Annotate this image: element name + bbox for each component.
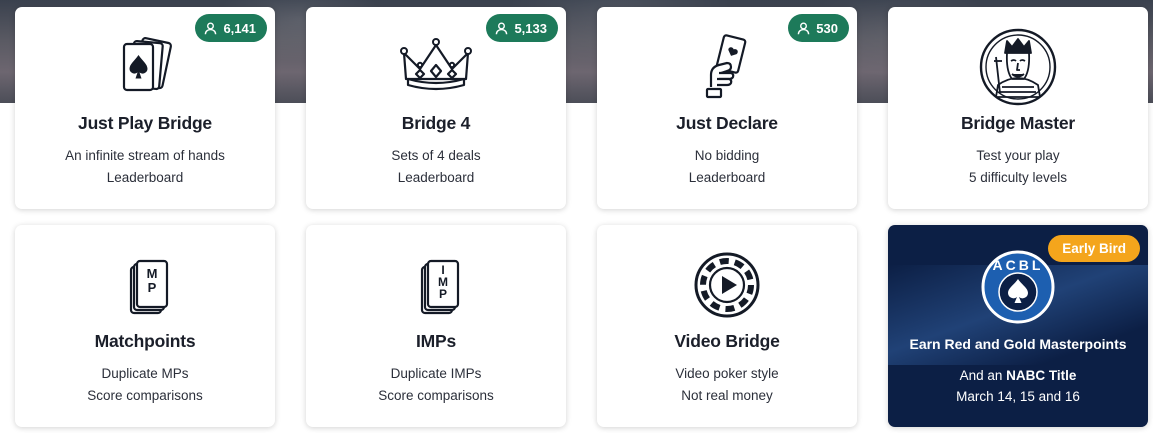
icon-letter: P: [148, 280, 157, 295]
card-feature: Not real money: [681, 388, 773, 403]
spade-cards-icon: [122, 37, 172, 92]
card-title: Matchpoints: [94, 331, 196, 351]
card-title: Just Declare: [676, 113, 778, 133]
card-feature: Leaderboard: [106, 170, 184, 185]
hand-holding-card-icon: [705, 34, 747, 99]
game-card-just-declare[interactable]: 530 Just Declare No bidding Leaderboard: [597, 7, 857, 209]
game-card-bridge-4[interactable]: 5,133 Bridge 4 Sets of 4 deals Leaderboa…: [306, 7, 566, 209]
promo-line-1: And an NABC Title: [888, 368, 1148, 383]
mp-cards-icon: M P: [129, 259, 169, 315]
promo-nabc-title: NABC Title: [1006, 368, 1077, 383]
card-title: Bridge 4: [401, 113, 471, 133]
card-description: Video poker style: [675, 366, 779, 381]
poker-chip-play-icon: [694, 252, 760, 318]
game-card-video-bridge[interactable]: Video Bridge Video poker style Not real …: [597, 225, 857, 427]
game-card-matchpoints[interactable]: M P Matchpoints Duplicate MPs Score comp…: [15, 225, 275, 427]
card-feature: Leaderboard: [397, 170, 475, 185]
game-card-imps[interactable]: I M P IMPs Duplicate IMPs Score comparis…: [306, 225, 566, 427]
card-description: Test your play: [976, 148, 1060, 163]
card-feature: Score comparisons: [87, 388, 203, 403]
promo-card-acbl[interactable]: Early Bird ACBL Earn Red and Gold Master…: [888, 225, 1148, 427]
card-description: Sets of 4 deals: [391, 148, 481, 163]
card-description: Duplicate IMPs: [390, 366, 482, 381]
card-feature: Leaderboard: [688, 170, 766, 185]
acbl-logo-text: ACBL: [993, 257, 1044, 273]
acbl-logo: ACBL: [981, 250, 1055, 324]
game-card-just-play-bridge[interactable]: 6,141 Just Play Bridge An infinite strea…: [15, 7, 275, 209]
card-description: No bidding: [694, 148, 760, 163]
card-title: Video Bridge: [674, 331, 780, 351]
icon-letter: M: [147, 266, 158, 281]
card-feature: 5 difficulty levels: [968, 170, 1068, 185]
promo-dates: March 14, 15 and 16: [956, 389, 1080, 404]
card-description: Duplicate MPs: [101, 366, 189, 381]
card-description: An infinite stream of hands: [65, 148, 225, 163]
king-face-icon: [979, 28, 1057, 106]
crown-icon: [400, 38, 472, 91]
promo-title: Earn Red and Gold Masterpoints: [909, 336, 1127, 352]
early-bird-badge: Early Bird: [1048, 235, 1140, 262]
card-title: Just Play Bridge: [78, 113, 212, 133]
icon-letter: P: [439, 287, 447, 301]
game-card-bridge-master[interactable]: Bridge Master Test your play 5 difficult…: [888, 7, 1148, 209]
card-title: IMPs: [415, 331, 457, 351]
card-feature: Score comparisons: [378, 388, 494, 403]
imp-cards-icon: I M P: [420, 259, 460, 315]
card-title: Bridge Master: [960, 113, 1076, 133]
promo-line-1-prefix: And an: [959, 368, 1007, 383]
